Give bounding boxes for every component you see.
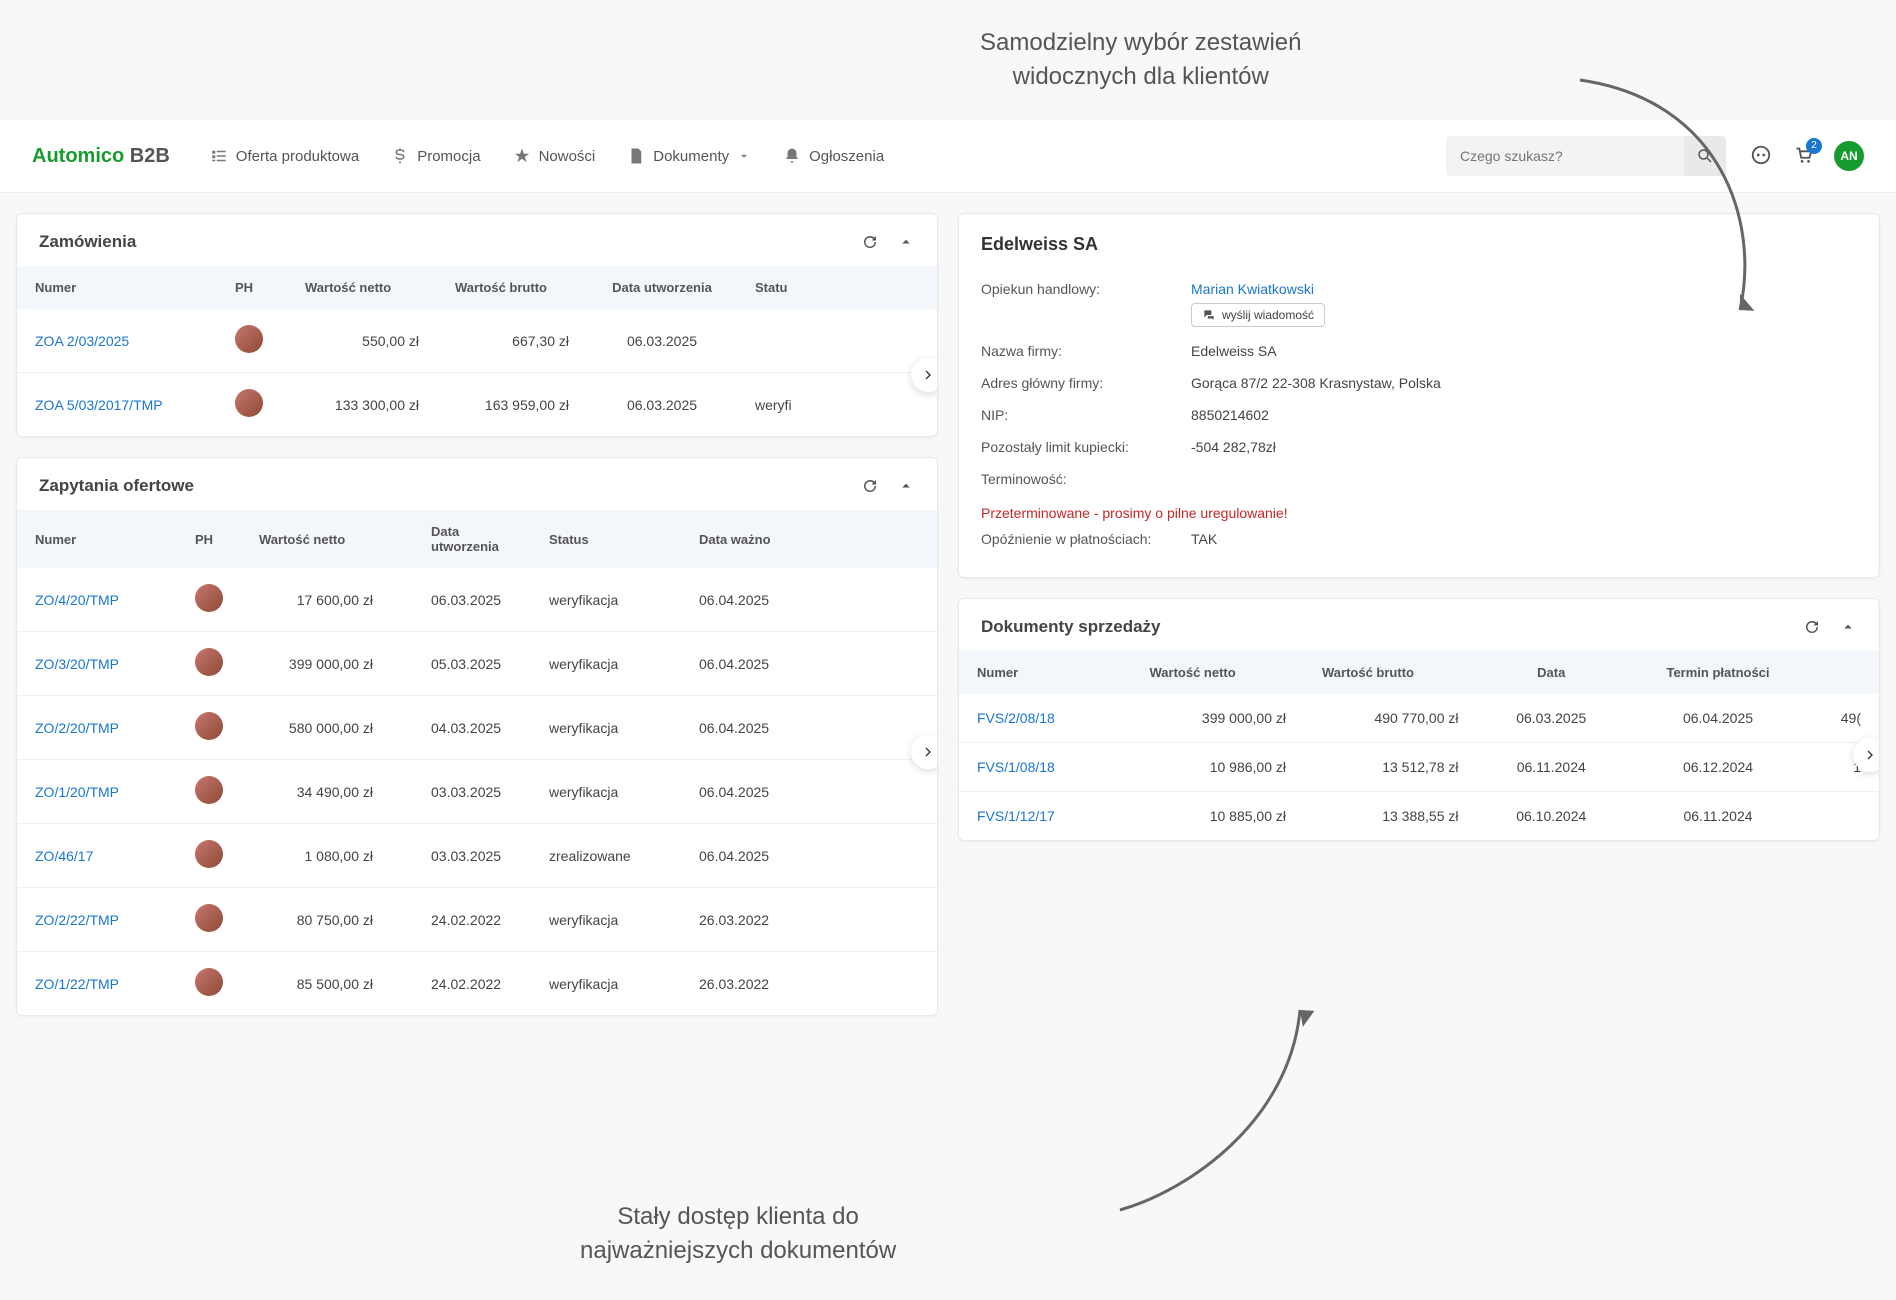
nav-nowosci[interactable]: Nowości: [513, 147, 596, 165]
table-row[interactable]: FVS/2/08/18 399 000,00 zł490 770,00 zł 0…: [959, 694, 1879, 743]
invoice-link[interactable]: FVS/2/08/18: [977, 710, 1055, 726]
nav-oferta[interactable]: Oferta produktowa: [210, 147, 359, 165]
quote-link[interactable]: ZO/1/22/TMP: [35, 976, 119, 992]
header-actions: 2 AN: [1750, 141, 1864, 171]
document-icon: [627, 147, 645, 165]
sales-table: Numer Wartość netto Wartość brutto Data …: [959, 651, 1879, 840]
annotation-arrow-bottom: [1100, 1000, 1360, 1240]
ph-avatar: [195, 584, 223, 612]
sales-title: Dokumenty sprzedaży: [981, 617, 1161, 637]
nav: Oferta produktowa Promocja Nowości Dokum…: [210, 147, 1422, 165]
invoice-link[interactable]: FVS/1/08/18: [977, 759, 1055, 775]
ph-avatar: [195, 904, 223, 932]
table-row[interactable]: ZO/46/17 1 080,00 zł03.03.2025 zrealizow…: [17, 824, 937, 888]
sales-card: Dokumenty sprzedaży Numer Wartość netto …: [958, 598, 1880, 841]
annotation-bottom: Stały dostęp klienta donajważniejszych d…: [580, 1200, 896, 1267]
quotes-table: Numer PH Wartość netto Data utworzenia S…: [17, 510, 937, 1015]
table-row[interactable]: ZOA 5/03/2017/TMP 133 300,00 zł163 959,0…: [17, 373, 937, 437]
overdue-warning: Przeterminowane - prosimy o pilne uregul…: [981, 495, 1857, 521]
nav-ogloszenia[interactable]: Ogłoszenia: [783, 147, 884, 165]
quotes-card: Zapytania ofertowe Numer PH Wartość nett…: [16, 457, 938, 1016]
orders-table: Numer PH Wartość netto Wartość brutto Da…: [17, 266, 937, 436]
scroll-right-button[interactable]: [911, 735, 937, 769]
quote-link[interactable]: ZO/1/20/TMP: [35, 784, 119, 800]
collapse-icon[interactable]: [897, 477, 915, 495]
list-icon: [210, 147, 228, 165]
search-button[interactable]: [1684, 136, 1726, 176]
chat-icon: [1750, 144, 1772, 166]
search-input[interactable]: [1460, 138, 1684, 174]
ph-avatar: [195, 840, 223, 868]
nav-dokumenty[interactable]: Dokumenty: [627, 147, 751, 165]
table-row[interactable]: ZO/1/20/TMP 34 490,00 zł03.03.2025 weryf…: [17, 760, 937, 824]
star-icon: [513, 147, 531, 165]
orders-title: Zamówienia: [39, 232, 136, 252]
quote-link[interactable]: ZO/2/20/TMP: [35, 720, 119, 736]
avatar[interactable]: AN: [1834, 141, 1864, 171]
scroll-right-button[interactable]: [1853, 738, 1879, 772]
table-row[interactable]: ZO/3/20/TMP 399 000,00 zł05.03.2025 wery…: [17, 632, 937, 696]
ph-avatar: [195, 776, 223, 804]
search-box: [1446, 136, 1726, 176]
table-row[interactable]: ZOA 2/03/2025 550,00 zł667,30 zł 06.03.2…: [17, 309, 937, 373]
table-row[interactable]: ZO/1/22/TMP 85 500,00 zł24.02.2022 weryf…: [17, 952, 937, 1016]
chevron-right-icon: [1862, 747, 1878, 763]
refresh-icon[interactable]: [861, 477, 879, 495]
table-row[interactable]: FVS/1/12/17 10 885,00 zł13 388,55 zł 06.…: [959, 792, 1879, 841]
send-message-button[interactable]: wyślij wiadomość: [1191, 303, 1325, 327]
bell-icon: [783, 147, 801, 165]
quotes-title: Zapytania ofertowe: [39, 476, 194, 496]
table-row[interactable]: ZO/4/20/TMP 17 600,00 zł06.03.2025 weryf…: [17, 568, 937, 632]
order-link[interactable]: ZOA 5/03/2017/TMP: [35, 397, 163, 413]
header: Automico B2B Oferta produktowa Promocja …: [0, 120, 1896, 193]
sales-rep-link[interactable]: Marian Kwiatkowski: [1191, 281, 1314, 297]
quote-link[interactable]: ZO/3/20/TMP: [35, 656, 119, 672]
company-card: Edelweiss SA Opiekun handlowy: Marian Kw…: [958, 213, 1880, 578]
quote-link[interactable]: ZO/4/20/TMP: [35, 592, 119, 608]
quote-link[interactable]: ZO/2/22/TMP: [35, 912, 119, 928]
quote-link[interactable]: ZO/46/17: [35, 848, 93, 864]
table-row[interactable]: FVS/1/08/18 10 986,00 zł13 512,78 zł 06.…: [959, 743, 1879, 792]
dollar-icon: [391, 147, 409, 165]
chevron-down-icon: [737, 149, 751, 163]
order-link[interactable]: ZOA 2/03/2025: [35, 333, 129, 349]
ph-avatar: [195, 712, 223, 740]
nav-promocja[interactable]: Promocja: [391, 147, 480, 165]
refresh-icon[interactable]: [861, 233, 879, 251]
cart-button[interactable]: 2: [1792, 144, 1814, 169]
scroll-right-button[interactable]: [911, 358, 937, 392]
refresh-icon[interactable]: [1803, 618, 1821, 636]
orders-card: Zamówienia Numer PH Wartość netto Wartoś…: [16, 213, 938, 437]
comments-icon: [1202, 308, 1216, 322]
cart-badge: 2: [1806, 138, 1822, 154]
chevron-right-icon: [920, 744, 936, 760]
collapse-icon[interactable]: [897, 233, 915, 251]
ph-avatar: [195, 648, 223, 676]
annotation-top: Samodzielny wybór zestawieńwidocznych dl…: [980, 26, 1301, 93]
ph-avatar: [195, 968, 223, 996]
table-row[interactable]: ZO/2/20/TMP 580 000,00 zł04.03.2025 wery…: [17, 696, 937, 760]
ph-avatar: [235, 389, 263, 417]
chevron-right-icon: [920, 367, 936, 383]
invoice-link[interactable]: FVS/1/12/17: [977, 808, 1055, 824]
ph-avatar: [235, 325, 263, 353]
search-icon: [1696, 147, 1714, 165]
chat-button[interactable]: [1750, 144, 1772, 169]
logo[interactable]: Automico B2B: [32, 145, 170, 168]
table-row[interactable]: ZO/2/22/TMP 80 750,00 zł24.02.2022 weryf…: [17, 888, 937, 952]
company-name: Edelweiss SA: [959, 214, 1879, 273]
collapse-icon[interactable]: [1839, 618, 1857, 636]
